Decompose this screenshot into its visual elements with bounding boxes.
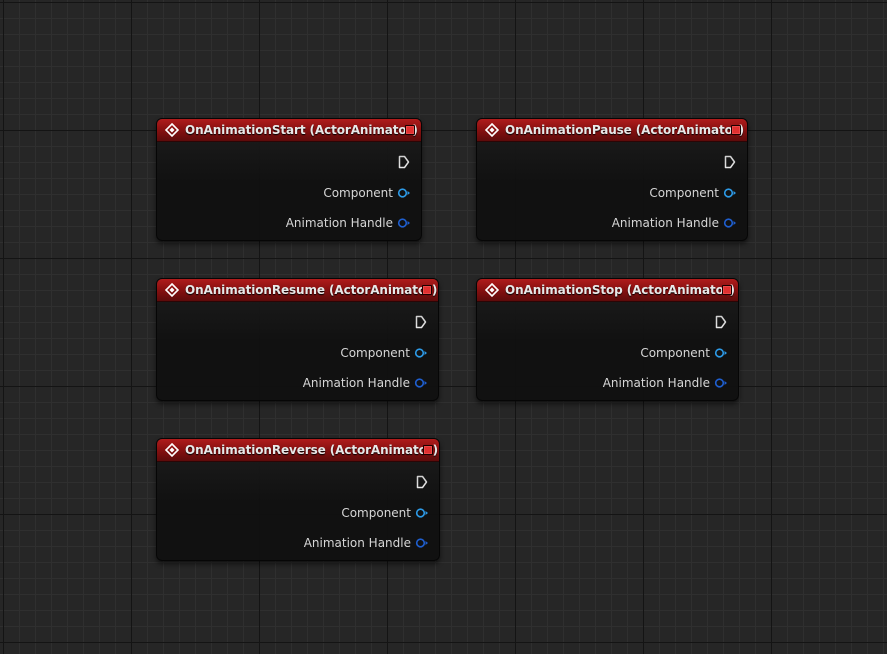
pin-label: Component bbox=[640, 346, 710, 360]
node-title: OnAnimationPause (ActorAnimator) bbox=[505, 123, 745, 137]
object-pin-icon[interactable] bbox=[415, 508, 429, 518]
blueprint-graph-canvas[interactable]: OnAnimationStart (ActorAnimator) Compone… bbox=[0, 0, 887, 654]
event-diamond-icon bbox=[165, 283, 179, 297]
pin-label: Component bbox=[340, 346, 410, 360]
event-node-on-animation-start[interactable]: OnAnimationStart (ActorAnimator) Compone… bbox=[156, 118, 422, 241]
struct-pin-icon[interactable] bbox=[723, 218, 737, 228]
node-header[interactable]: OnAnimationStart (ActorAnimator) bbox=[157, 119, 421, 142]
delegate-pin-icon[interactable] bbox=[722, 285, 732, 295]
pin-label: Component bbox=[341, 506, 411, 520]
pin-row-component: Component bbox=[341, 506, 429, 520]
pin-row-animation-handle: Animation Handle bbox=[603, 376, 728, 390]
pin-row-animation-handle: Animation Handle bbox=[612, 216, 737, 230]
node-header[interactable]: OnAnimationPause (ActorAnimator) bbox=[477, 119, 747, 142]
pin-row-animation-handle: Animation Handle bbox=[286, 216, 411, 230]
delegate-pin-icon[interactable] bbox=[423, 445, 433, 455]
object-pin-icon[interactable] bbox=[397, 188, 411, 198]
node-header[interactable]: OnAnimationReverse (ActorAnimator) bbox=[157, 439, 439, 462]
pin-row-animation-handle: Animation Handle bbox=[303, 376, 428, 390]
event-diamond-icon bbox=[485, 123, 499, 137]
node-header[interactable]: OnAnimationStop (ActorAnimator) bbox=[477, 279, 738, 302]
object-pin-icon[interactable] bbox=[714, 348, 728, 358]
pin-label: Animation Handle bbox=[285, 216, 393, 230]
node-title: OnAnimationStop (ActorAnimator) bbox=[505, 283, 735, 297]
event-node-on-animation-resume[interactable]: OnAnimationResume (ActorAnimator) Compon… bbox=[156, 278, 439, 401]
event-diamond-icon bbox=[165, 123, 179, 137]
pin-row-animation-handle: Animation Handle bbox=[304, 536, 429, 550]
pin-label: Animation Handle bbox=[602, 376, 710, 390]
struct-pin-icon[interactable] bbox=[414, 378, 428, 388]
pin-row-component: Component bbox=[649, 186, 737, 200]
event-node-on-animation-pause[interactable]: OnAnimationPause (ActorAnimator) Compone… bbox=[476, 118, 748, 241]
pin-row-component: Component bbox=[640, 346, 728, 360]
pin-label: Animation Handle bbox=[302, 376, 410, 390]
pin-label: Component bbox=[323, 186, 393, 200]
exec-output-pin-icon[interactable] bbox=[415, 315, 427, 329]
node-title: OnAnimationStart (ActorAnimator) bbox=[185, 123, 418, 137]
object-pin-icon[interactable] bbox=[414, 348, 428, 358]
node-title: OnAnimationReverse (ActorAnimator) bbox=[185, 443, 438, 457]
pin-label: Animation Handle bbox=[611, 216, 719, 230]
struct-pin-icon[interactable] bbox=[397, 218, 411, 228]
pin-row-component: Component bbox=[323, 186, 411, 200]
event-node-on-animation-stop[interactable]: OnAnimationStop (ActorAnimator) Componen… bbox=[476, 278, 739, 401]
event-diamond-icon bbox=[485, 283, 499, 297]
delegate-pin-icon[interactable] bbox=[731, 125, 741, 135]
struct-pin-icon[interactable] bbox=[415, 538, 429, 548]
exec-output-pin-icon[interactable] bbox=[398, 155, 410, 169]
pin-label: Component bbox=[649, 186, 719, 200]
node-title: OnAnimationResume (ActorAnimator) bbox=[185, 283, 438, 297]
pin-row-component: Component bbox=[340, 346, 428, 360]
exec-output-pin-icon[interactable] bbox=[416, 475, 428, 489]
object-pin-icon[interactable] bbox=[723, 188, 737, 198]
pin-label: Animation Handle bbox=[303, 536, 411, 550]
struct-pin-icon[interactable] bbox=[714, 378, 728, 388]
delegate-pin-icon[interactable] bbox=[405, 125, 415, 135]
exec-output-pin-icon[interactable] bbox=[715, 315, 727, 329]
exec-output-pin-icon[interactable] bbox=[724, 155, 736, 169]
delegate-pin-icon[interactable] bbox=[422, 285, 432, 295]
event-diamond-icon bbox=[165, 443, 179, 457]
node-header[interactable]: OnAnimationResume (ActorAnimator) bbox=[157, 279, 438, 302]
event-node-on-animation-reverse[interactable]: OnAnimationReverse (ActorAnimator) Compo… bbox=[156, 438, 440, 561]
